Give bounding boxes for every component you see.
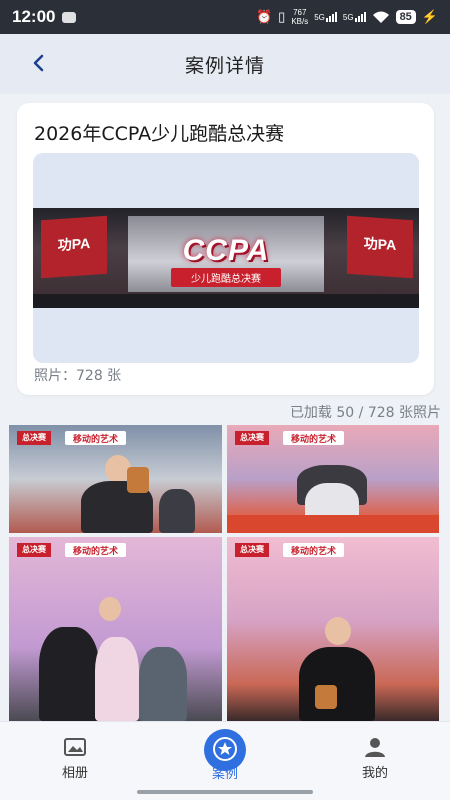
photo-tag-secondary: 移动的艺术: [65, 431, 127, 445]
tab-cases[interactable]: 案例: [150, 722, 300, 792]
cover-flag-right: 功PA: [347, 215, 413, 279]
trophy-figure: [315, 685, 337, 709]
alarm-icon: ⏰: [255, 9, 273, 24]
flag-left-text: 功PA: [57, 234, 91, 254]
tab-mine[interactable]: 我的: [300, 722, 450, 792]
status-right: ⏰ ▯ 767 KB/s 5G 5G 85 ⚡: [256, 8, 438, 26]
album-icon: [64, 738, 86, 756]
loaded-count: 已加载 50 / 728 张照片: [289, 405, 441, 421]
signal-1-icon: 5G: [314, 12, 337, 22]
cover-banner: 功PA 功PA CCPA 少儿跑酷总决赛: [33, 208, 419, 308]
photo-tag: 总决赛: [17, 543, 51, 557]
cover-footer-strip: [33, 294, 419, 308]
photo-thumbnail[interactable]: 总决赛 移动的艺术: [227, 425, 439, 533]
photo-count: 照片：728 张: [34, 368, 122, 384]
person-figure: [325, 617, 351, 645]
tab-album[interactable]: 相册: [0, 722, 150, 792]
cover-logo: CCPA: [182, 234, 270, 267]
net-speed-unit: KB/s: [291, 17, 309, 26]
tab-cases-label: 案例: [211, 767, 238, 782]
case-title: 2026年CCPA少儿跑酷总决赛: [34, 123, 285, 145]
back-arrow-icon[interactable]: [28, 52, 50, 74]
net-speed-value: 767: [293, 8, 307, 17]
bottom-tab-bar: 相册 案例 我的: [0, 721, 450, 800]
photo-tag: 总决赛: [235, 431, 269, 445]
person-figure: [39, 627, 99, 721]
photo-tag-secondary: 移动的艺术: [65, 543, 127, 557]
nav-header: 案例详情: [0, 34, 450, 94]
person-figure: [299, 647, 375, 721]
status-time: 12:00: [12, 7, 56, 26]
photo-grid: 总决赛 移动的艺术 总决赛 移动的艺术 总决赛 移动的艺术 总决赛 移动的艺术: [9, 425, 441, 721]
app-notification-icon: [62, 11, 77, 23]
photo-thumbnail[interactable]: 总决赛 移动的艺术: [227, 537, 439, 721]
signal-2-icon: 5G: [343, 12, 366, 22]
photo-tag: 总决赛: [17, 431, 51, 445]
photo-tag-secondary: 移动的艺术: [283, 431, 345, 445]
home-indicator[interactable]: [137, 790, 313, 794]
photo-tag-secondary: 移动的艺术: [283, 543, 345, 557]
case-card[interactable]: 2026年CCPA少儿跑酷总决赛 功PA 功PA CCPA 少儿跑酷总决赛 照片…: [17, 103, 434, 395]
signal-1-label: 5G: [314, 13, 325, 22]
cover-flag-left: 功PA: [41, 215, 107, 279]
photo-thumbnail[interactable]: 总决赛 移动的艺术: [9, 537, 222, 721]
person-icon: [365, 738, 385, 757]
signal-2-label: 5G: [342, 13, 354, 22]
charging-icon: ⚡: [421, 9, 438, 24]
network-speed: 767 KB/s: [291, 8, 308, 26]
tab-mine-label: 我的: [361, 766, 388, 781]
cover-subtitle: 少儿跑酷总决赛: [171, 268, 281, 287]
trophy-figure: [127, 467, 149, 493]
page-title: 案例详情: [184, 54, 265, 77]
battery-icon: 85: [395, 10, 416, 24]
tab-album-label: 相册: [61, 766, 88, 781]
photo-thumbnail[interactable]: 总决赛 移动的艺术: [9, 425, 222, 533]
case-cover-image[interactable]: 功PA 功PA CCPA 少儿跑酷总决赛: [33, 153, 419, 363]
person-figure: [95, 637, 139, 721]
status-bar: 12:00 ⏰ ▯ 767 KB/s 5G 5G 85 ⚡: [0, 0, 450, 34]
photo-tag: 总决赛: [235, 543, 269, 557]
flag-right-text: 功PA: [363, 234, 397, 254]
wifi-icon: [372, 11, 389, 23]
vibrate-icon: ▯: [278, 9, 286, 24]
person-figure: [139, 647, 187, 721]
person-figure: [99, 597, 121, 621]
floor-strip: [227, 515, 439, 533]
person-figure: [159, 489, 195, 533]
